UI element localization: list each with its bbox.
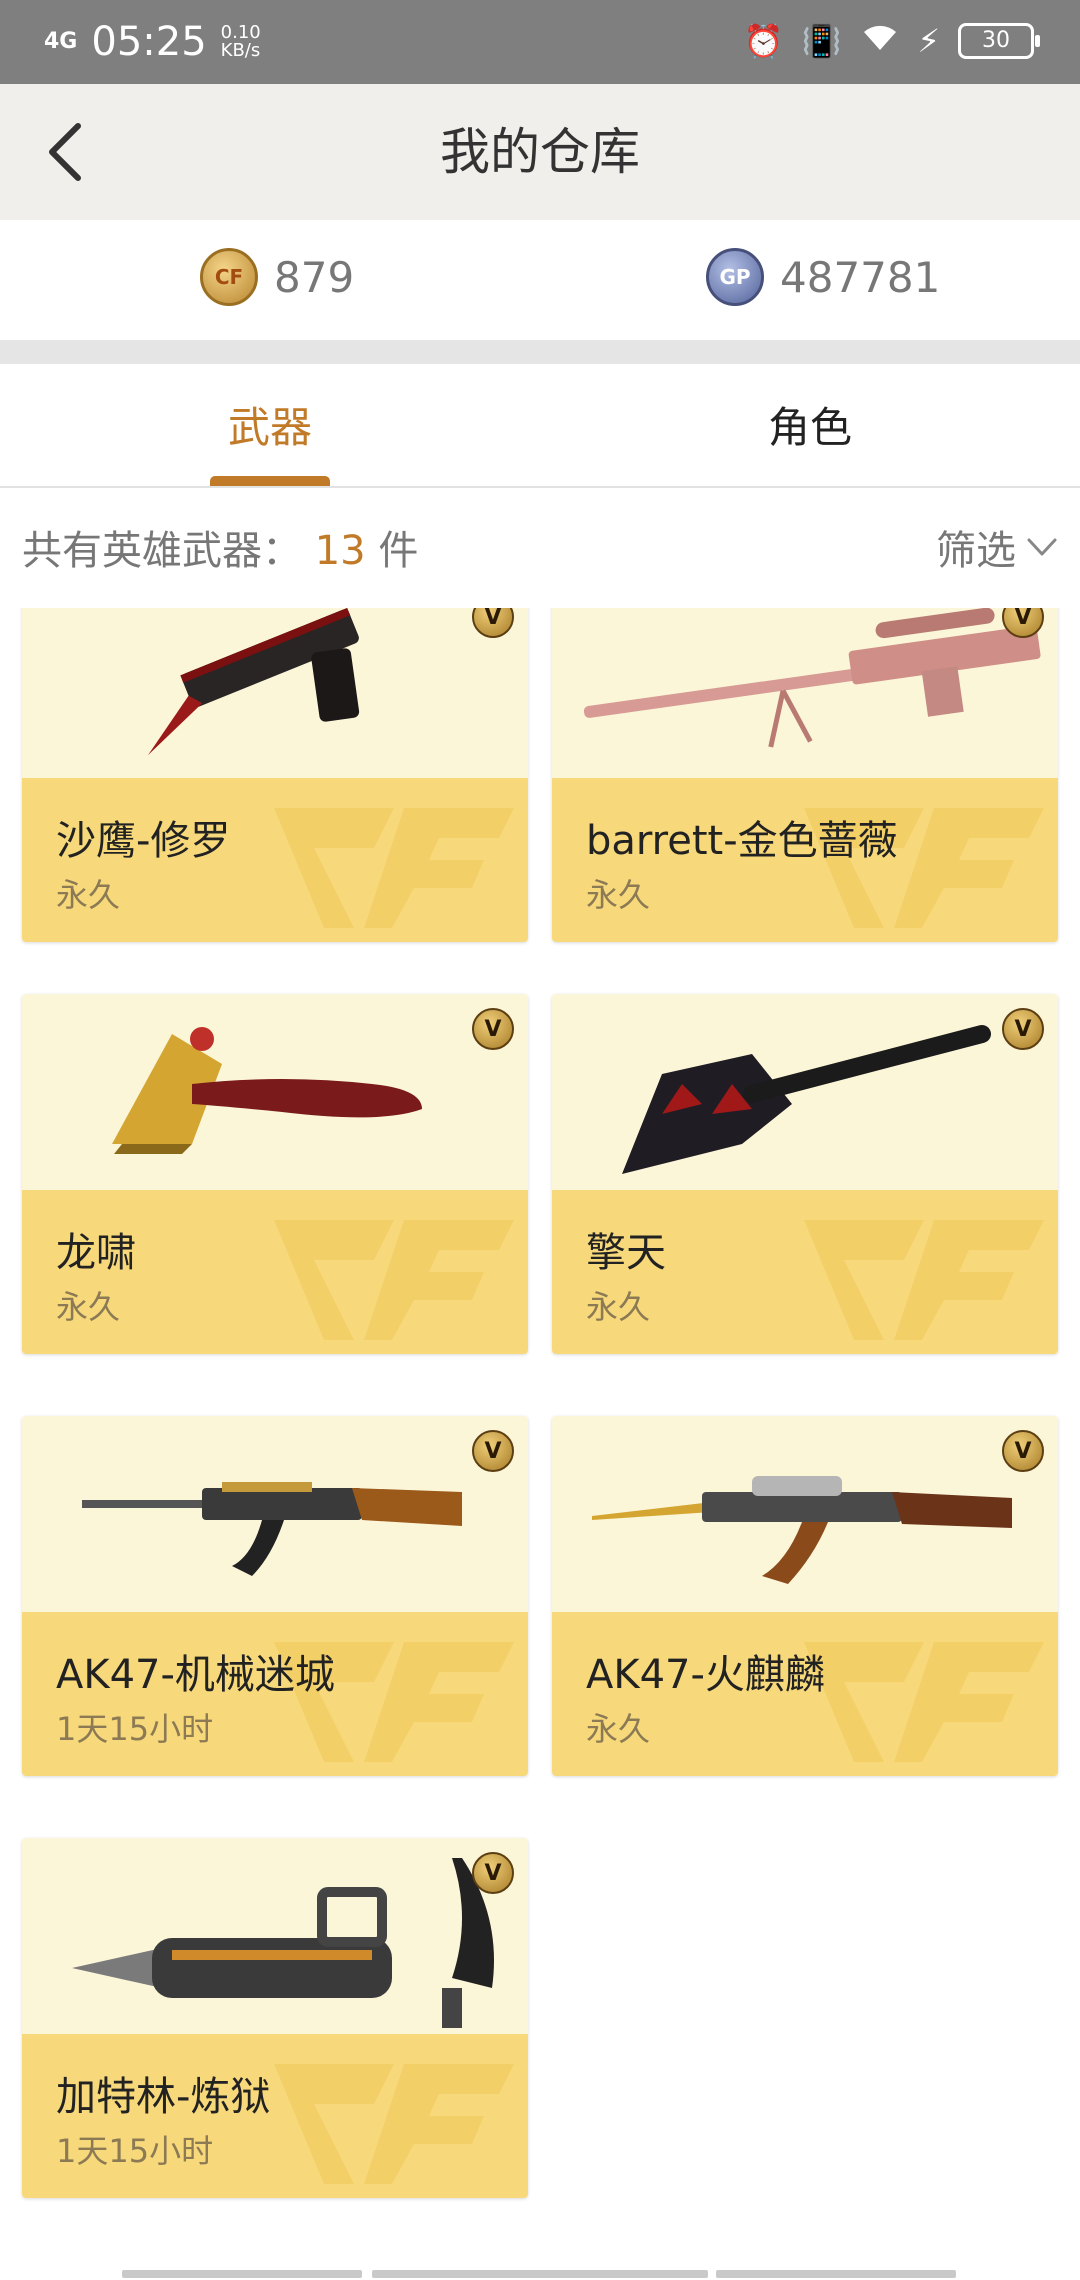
v-badge-icon: V <box>472 1852 514 1894</box>
wifi-icon <box>860 20 900 61</box>
weapon-duration: 永久 <box>586 1710 651 1748</box>
weapon-duration: 1天15小时 <box>56 2132 214 2170</box>
weapon-duration: 1天15小时 <box>56 1710 214 1748</box>
weapon-info: 龙啸 永久 <box>22 1190 528 1354</box>
pistol-image <box>147 608 360 756</box>
alarm-icon: ⏰ <box>743 21 784 60</box>
tab-weapons[interactable]: 武器 <box>0 364 540 486</box>
cf-watermark-icon <box>274 2064 514 2184</box>
weapon-name: 沙鹰-修罗 <box>56 818 231 864</box>
tab-bar: 武器 角色 <box>0 364 1080 488</box>
weapon-name: 擎天 <box>586 1230 666 1276</box>
gp-points-display: GP 487781 <box>706 248 940 306</box>
bottom-indicator <box>0 2270 1080 2280</box>
axe-image <box>112 1027 422 1154</box>
weapon-card[interactable]: V 加特林-炼狱 1天15小时 <box>22 1838 528 2198</box>
gp-points-value: 487781 <box>780 252 941 302</box>
weapon-card[interactable]: V 龙啸 永久 <box>22 994 528 1354</box>
weapon-card[interactable]: V 擎天 永久 <box>552 994 1058 1354</box>
charging-icon: ⚡ <box>917 21 940 60</box>
weapon-info: barrett-金色蔷薇 永久 <box>552 778 1058 942</box>
weapon-count: 共有英雄武器： 13 件 <box>22 518 418 576</box>
weapon-image: V <box>552 1416 1058 1612</box>
app-header: 我的仓库 <box>0 84 1080 220</box>
sniper-rifle-image <box>583 608 1041 748</box>
currency-bar: CF 879 GP 487781 <box>0 220 1080 340</box>
weapon-image: V <box>552 994 1058 1190</box>
vibrate-icon: 📳 <box>801 21 842 60</box>
clock: 05:25 <box>91 19 207 65</box>
weapon-card[interactable]: V barrett-金色蔷薇 永久 <box>552 608 1058 942</box>
rifle-image <box>592 1476 1012 1584</box>
weapon-info: AK47-机械迷城 1天15小时 <box>22 1612 528 1776</box>
weapon-info: 加特林-炼狱 1天15小时 <box>22 2034 528 2198</box>
weapon-image: V <box>22 608 528 778</box>
weapon-name: 龙啸 <box>56 1230 136 1276</box>
cf-watermark-icon <box>804 1220 1044 1340</box>
weapon-name: AK47-机械迷城 <box>56 1652 335 1698</box>
indicator-segment <box>716 2270 956 2278</box>
gatling-gun-image <box>72 1858 494 2028</box>
filter-label: 筛选 <box>936 528 1016 574</box>
v-badge-icon: V <box>472 1430 514 1472</box>
weapon-info: 擎天 永久 <box>552 1190 1058 1354</box>
indicator-segment <box>372 2270 708 2278</box>
weapon-info: AK47-火麒麟 永久 <box>552 1612 1058 1776</box>
weapon-card[interactable]: V AK47-火麒麟 永久 <box>552 1416 1058 1776</box>
cf-watermark-icon <box>804 1642 1044 1762</box>
weapon-card[interactable]: V 沙鹰-修罗 永久 <box>22 608 528 942</box>
v-badge-icon: V <box>472 1008 514 1050</box>
indicator-segment <box>122 2270 362 2278</box>
battery-indicator: 30 <box>958 22 1040 59</box>
page-title: 我的仓库 <box>440 123 640 181</box>
count-prefix: 共有英雄武器： <box>22 528 302 574</box>
weapon-name: 加特林-炼狱 <box>56 2074 271 2120</box>
weapon-image: V <box>22 994 528 1190</box>
v-badge-icon: V <box>1002 1008 1044 1050</box>
count-suffix: 件 <box>378 528 419 574</box>
weapon-duration: 永久 <box>586 1288 651 1326</box>
cf-watermark-icon <box>274 808 514 928</box>
cf-coin-icon: CF <box>200 248 258 306</box>
chevron-down-icon <box>1027 538 1057 556</box>
summary-row: 共有英雄武器： 13 件 筛选 <box>0 488 1080 608</box>
weapon-name: AK47-火麒麟 <box>586 1652 825 1698</box>
weapon-image: V <box>22 1838 528 2034</box>
weapon-grid: V 沙鹰-修罗 永久 V barrett-金色蔷薇 永久 V 龙啸 永久 V 擎… <box>0 608 1080 2280</box>
network-indicator: 4G <box>44 29 78 54</box>
cf-points-value: 879 <box>274 252 355 302</box>
cf-watermark-icon <box>274 1220 514 1340</box>
status-bar: 4G 05:25 0.10 KB/s ⏰ 📳 ⚡ 30 <box>0 0 1080 84</box>
filter-button[interactable]: 筛选 <box>936 518 1058 576</box>
weapon-card[interactable]: V AK47-机械迷城 1天15小时 <box>22 1416 528 1776</box>
weapon-name: barrett-金色蔷薇 <box>586 818 898 864</box>
weapon-image: V <box>22 1416 528 1612</box>
v-badge-icon: V <box>1002 1430 1044 1472</box>
count-number: 13 <box>314 528 366 574</box>
weapon-duration: 永久 <box>56 876 121 914</box>
gp-coin-icon: GP <box>706 248 764 306</box>
section-divider <box>0 340 1080 364</box>
speed-unit: KB/s <box>220 40 261 61</box>
shovel-image <box>622 1025 991 1174</box>
weapon-duration: 永久 <box>56 1288 121 1326</box>
tab-roles[interactable]: 角色 <box>540 364 1080 486</box>
weapon-duration: 永久 <box>586 876 651 914</box>
active-tab-indicator <box>210 476 330 486</box>
rifle-image <box>82 1482 462 1576</box>
weapon-info: 沙鹰-修罗 永久 <box>22 778 528 942</box>
cf-points-display: CF 879 <box>200 248 354 306</box>
weapon-image: V <box>552 608 1058 778</box>
network-speed: 0.10 KB/s <box>221 24 261 60</box>
